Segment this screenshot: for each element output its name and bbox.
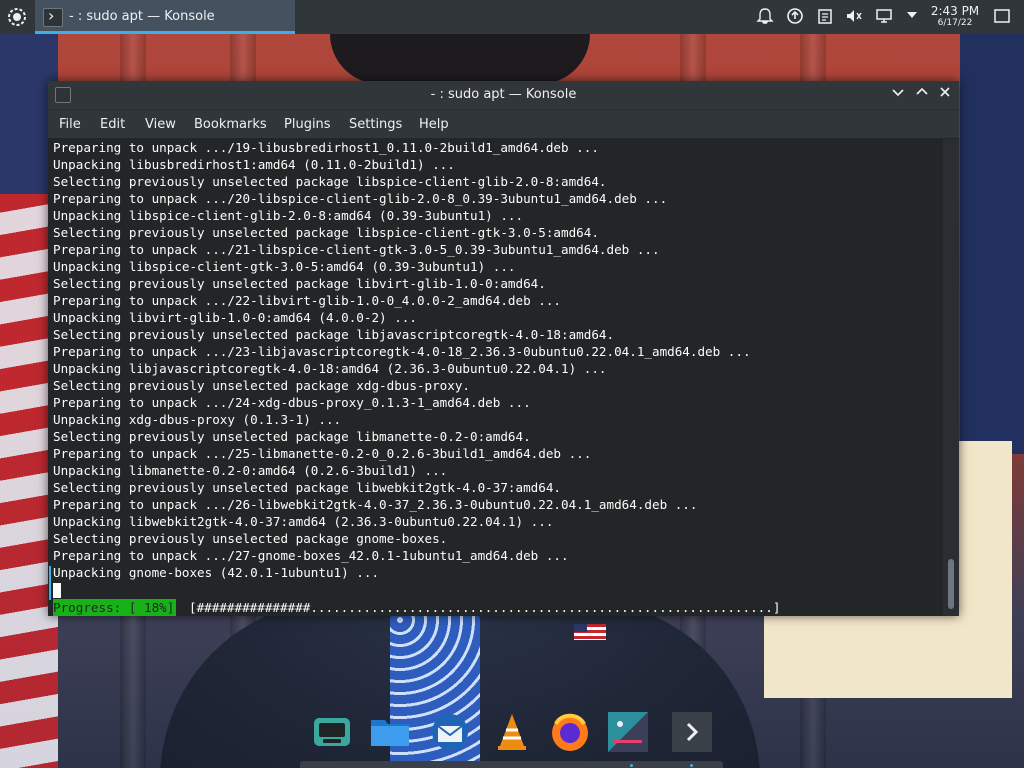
tray-expand-icon[interactable] — [902, 7, 922, 27]
terminal-line: Preparing to unpack .../20-libspice-clie… — [53, 191, 668, 206]
terminal-line: Selecting previously unselected package … — [53, 327, 615, 342]
konsole-icon — [43, 6, 63, 27]
display-icon[interactable] — [874, 7, 894, 27]
wallpaper-flag-right — [960, 34, 1024, 454]
app-launcher-icon[interactable] — [6, 6, 28, 28]
menu-edit[interactable]: Edit — [100, 117, 125, 132]
terminal-icon[interactable] — [670, 710, 714, 754]
top-panel: - : sudo apt — Konsole 2:43 PM 6/17/22 — [0, 0, 1024, 34]
menu-bookmarks[interactable]: Bookmarks — [194, 117, 267, 132]
dock — [300, 700, 723, 768]
menu-bar: File Edit View Bookmarks Plugins Setting… — [48, 110, 959, 138]
terminal-line: Preparing to unpack .../21-libspice-clie… — [53, 242, 660, 257]
terminal-line: Unpacking libspice-client-gtk-3.0-5:amd6… — [53, 259, 516, 274]
wallpaper-person-head — [330, 34, 590, 84]
terminal-output[interactable]: Preparing to unpack .../19-libusbredirho… — [48, 139, 943, 616]
terminal-line: Selecting previously unselected package … — [53, 429, 531, 444]
mail-icon[interactable] — [428, 710, 472, 754]
maximize-icon[interactable] — [912, 85, 932, 105]
close-icon[interactable] — [935, 85, 955, 105]
wallpaper-flag-pin — [574, 624, 606, 640]
terminal-line: Preparing to unpack .../26-libwebkit2gtk… — [53, 497, 698, 512]
vlc-icon[interactable] — [490, 710, 534, 754]
clock-time[interactable]: 2:43 PM — [930, 4, 980, 18]
konsole-window: - : sudo apt — Konsole File Edit View Bo… — [48, 81, 959, 616]
dock-shelf — [300, 761, 723, 768]
window-title: - : sudo apt — Konsole — [430, 87, 577, 102]
terminal-line: Unpacking libusbredirhost1:amd64 (0.11.0… — [53, 157, 455, 172]
terminal-line: Selecting previously unselected package … — [53, 276, 546, 291]
volume-muted-icon[interactable] — [844, 7, 864, 27]
terminal-scrollbar[interactable] — [943, 139, 959, 616]
terminal-line: Selecting previously unselected package … — [53, 531, 448, 546]
file-manager-icon[interactable] — [368, 710, 412, 754]
clock-date[interactable]: 6/17/22 — [930, 18, 980, 28]
kdenlive-icon[interactable] — [606, 710, 650, 754]
clipboard-icon[interactable] — [815, 7, 835, 27]
terminal-line: Preparing to unpack .../24-xdg-dbus-prox… — [53, 395, 531, 410]
taskbar-item-label: - : sudo apt — Konsole — [69, 9, 215, 24]
progress-bar-text: [###############........................… — [189, 600, 781, 615]
running-indicator — [690, 764, 693, 767]
terminal-line: Unpacking libwebkit2gtk-4.0-37:amd64 (2.… — [53, 514, 554, 529]
menu-view[interactable]: View — [145, 117, 176, 132]
terminal-line: Preparing to unpack .../27-gnome-boxes_4… — [53, 548, 569, 563]
menu-help[interactable]: Help — [419, 117, 449, 132]
window-titlebar[interactable]: - : sudo apt — Konsole — [48, 81, 959, 110]
terminal-line: Unpacking libmanette-0.2-0:amd64 (0.2.6-… — [53, 463, 448, 478]
show-desktop-icon[interactable] — [992, 7, 1012, 27]
boxes-icon[interactable] — [310, 710, 354, 754]
terminal-line: Selecting previously unselected package … — [53, 174, 607, 189]
menu-plugins[interactable]: Plugins — [284, 117, 331, 132]
menu-file[interactable]: File — [59, 117, 81, 132]
menu-settings[interactable]: Settings — [349, 117, 402, 132]
firefox-icon[interactable] — [548, 710, 592, 754]
scroll-marker — [49, 566, 51, 600]
notifications-icon[interactable] — [755, 7, 775, 27]
terminal-line: Unpacking xdg-dbus-proxy (0.1.3-1) ... — [53, 412, 342, 427]
terminal-cursor — [53, 583, 61, 598]
terminal-line: Selecting previously unselected package … — [53, 225, 599, 240]
scrollbar-thumb[interactable] — [948, 559, 954, 609]
terminal-line: Preparing to unpack .../25-libmanette-0.… — [53, 446, 592, 461]
terminal-line: Unpacking libvirt-glib-1.0-0:amd64 (4.0.… — [53, 310, 417, 325]
terminal-line: Preparing to unpack .../19-libusbredirho… — [53, 140, 599, 155]
updates-icon[interactable] — [785, 7, 805, 27]
terminal-line: Selecting previously unselected package … — [53, 480, 561, 495]
minimize-icon[interactable] — [888, 85, 908, 105]
terminal-line: Selecting previously unselected package … — [53, 378, 471, 393]
terminal-line: Unpacking gnome-boxes (42.0.1-1ubuntu1) … — [53, 565, 380, 580]
terminal-line: Unpacking libspice-client-glib-2.0-8:amd… — [53, 208, 524, 223]
terminal-line: Preparing to unpack .../22-libvirt-glib-… — [53, 293, 561, 308]
terminal-line: Preparing to unpack .../23-libjavascript… — [53, 344, 751, 359]
progress-label: Progress: [ 18%] — [53, 599, 177, 616]
taskbar-item-konsole[interactable]: - : sudo apt — Konsole — [35, 0, 295, 34]
running-indicator — [630, 764, 633, 767]
terminal-line: Unpacking libjavascriptcoregtk-4.0-18:am… — [53, 361, 607, 376]
